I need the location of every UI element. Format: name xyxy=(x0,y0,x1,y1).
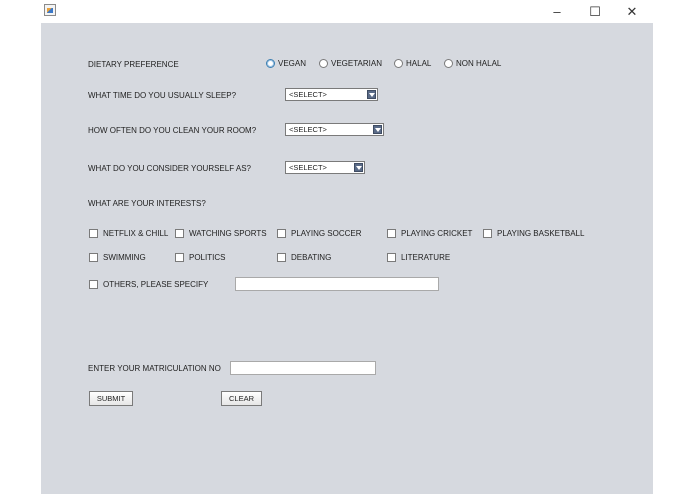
dropdown-arrow-icon[interactable] xyxy=(354,163,363,172)
sleep-select-value: <SELECT> xyxy=(289,90,327,99)
check-netflix-label: NETFLIX & CHILL xyxy=(103,229,169,238)
radio-circle-icon xyxy=(394,59,403,68)
sleep-label: WHAT TIME DO YOU USUALLY SLEEP? xyxy=(88,91,237,100)
check-playing-soccer-label: PLAYING SOCCER xyxy=(291,229,362,238)
title-bar: – ☐ ✕ xyxy=(0,0,695,23)
matric-input[interactable] xyxy=(230,361,376,375)
clean-select[interactable]: <SELECT> xyxy=(285,123,384,136)
sleep-select[interactable]: <SELECT> xyxy=(285,88,378,101)
checkbox-icon xyxy=(387,229,396,238)
dropdown-arrow-icon[interactable] xyxy=(373,125,382,134)
clear-button[interactable]: CLEAR xyxy=(221,391,262,406)
check-netflix[interactable]: NETFLIX & CHILL xyxy=(89,229,168,238)
check-swimming[interactable]: SWIMMING xyxy=(89,253,146,262)
check-politics-label: POLITICS xyxy=(189,253,226,262)
radio-circle-icon xyxy=(319,59,328,68)
consider-label: WHAT DO YOU CONSIDER YOURSELF AS? xyxy=(88,164,251,173)
submit-button[interactable]: SUBMIT xyxy=(89,391,133,406)
radio-halal[interactable]: HALAL xyxy=(394,59,431,68)
checkbox-icon xyxy=(89,253,98,262)
clean-label: HOW OFTEN DO YOU CLEAN YOUR ROOM? xyxy=(88,126,257,135)
check-playing-basketball-label: PLAYING BASKETBALL xyxy=(497,229,585,238)
checkbox-icon xyxy=(277,253,286,262)
check-others[interactable]: OTHERS, PLEASE SPECIFY xyxy=(89,280,208,289)
radio-circle-icon xyxy=(266,59,275,68)
check-watching-sports[interactable]: WATCHING SPORTS xyxy=(175,229,267,238)
checkbox-icon xyxy=(89,229,98,238)
checkbox-icon xyxy=(387,253,396,262)
check-others-label: OTHERS, PLEASE SPECIFY xyxy=(103,280,209,289)
check-playing-cricket-label: PLAYING CRICKET xyxy=(401,229,473,238)
consider-select[interactable]: <SELECT> xyxy=(285,161,365,174)
checkbox-icon xyxy=(175,253,184,262)
check-playing-soccer[interactable]: PLAYING SOCCER xyxy=(277,229,362,238)
checkbox-icon xyxy=(175,229,184,238)
radio-non-halal-label: NON HALAL xyxy=(456,59,502,68)
minimize-icon: – xyxy=(553,4,561,19)
check-swimming-label: SWIMMING xyxy=(103,253,146,262)
close-icon: ✕ xyxy=(626,3,638,19)
check-literature-label: LITERATURE xyxy=(401,253,451,262)
consider-select-value: <SELECT> xyxy=(289,163,327,172)
minimize-button[interactable]: – xyxy=(537,0,577,23)
radio-vegan-label: VEGAN xyxy=(278,59,307,68)
radio-circle-icon xyxy=(444,59,453,68)
radio-halal-label: HALAL xyxy=(406,59,432,68)
check-politics[interactable]: POLITICS xyxy=(175,253,225,262)
dropdown-arrow-icon[interactable] xyxy=(367,90,376,99)
radio-non-halal[interactable]: NON HALAL xyxy=(444,59,501,68)
maximize-icon: ☐ xyxy=(589,3,601,19)
checkbox-icon xyxy=(277,229,286,238)
check-watching-sports-label: WATCHING SPORTS xyxy=(189,229,267,238)
check-playing-basketball[interactable]: PLAYING BASKETBALL xyxy=(483,229,584,238)
radio-vegetarian[interactable]: VEGETARIAN xyxy=(319,59,382,68)
check-literature[interactable]: LITERATURE xyxy=(387,253,450,262)
maximize-button[interactable]: ☐ xyxy=(575,0,615,23)
check-playing-cricket[interactable]: PLAYING CRICKET xyxy=(387,229,472,238)
radio-vegan[interactable]: VEGAN xyxy=(266,59,306,68)
checkbox-icon xyxy=(483,229,492,238)
others-specify-input[interactable] xyxy=(235,277,439,291)
check-debating[interactable]: DEBATING xyxy=(277,253,331,262)
radio-vegetarian-label: VEGETARIAN xyxy=(331,59,382,68)
java-app-icon xyxy=(44,4,56,16)
close-button[interactable]: ✕ xyxy=(612,0,652,23)
interests-label: WHAT ARE YOUR INTERESTS? xyxy=(88,199,206,208)
check-debating-label: DEBATING xyxy=(291,253,332,262)
clean-select-value: <SELECT> xyxy=(289,125,327,134)
checkbox-icon xyxy=(89,280,98,289)
matric-label: ENTER YOUR MATRICULATION NO xyxy=(88,364,221,373)
dietary-label: DIETARY PREFERENCE xyxy=(88,60,179,69)
